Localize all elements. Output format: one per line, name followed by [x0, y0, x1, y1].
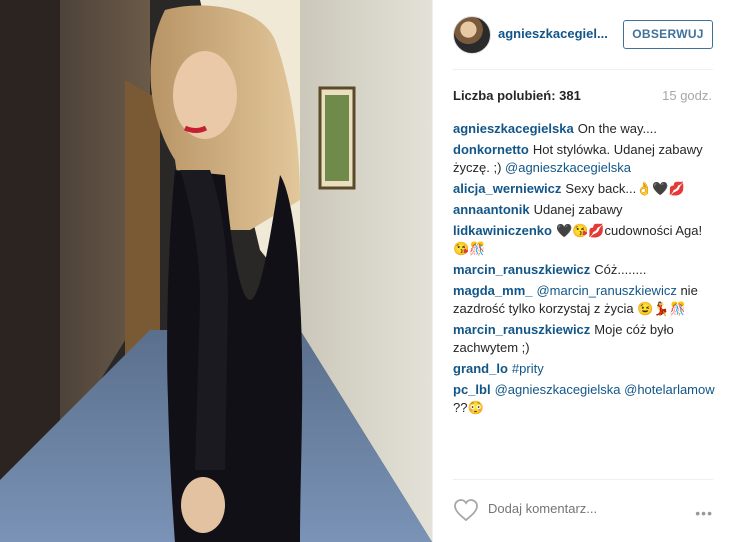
comment-author[interactable]: annaantonik: [453, 202, 530, 217]
post-username[interactable]: agnieszkacegiel...: [498, 26, 613, 41]
comment-author[interactable]: alicja_werniewicz: [453, 181, 561, 196]
comment: pc_lbl @agnieszkacegielska @hotelarlamow …: [453, 381, 718, 417]
divider: [453, 69, 713, 70]
comment-text: On the way....: [577, 121, 657, 136]
comment: agnieszkacegielska On the way....: [453, 120, 718, 138]
comments-list: agnieszkacegielska On the way.... donkorn…: [453, 120, 718, 420]
comment: annaantonik Udanej zabawy: [453, 201, 718, 219]
comment-author[interactable]: marcin_ranuszkiewicz: [453, 322, 590, 337]
comment: marcin_ranuszkiewicz Cóż........: [453, 261, 718, 279]
instagram-post-viewer: agnieszkacegiel... OBSERWUJ Liczba polub…: [0, 0, 732, 542]
follow-button[interactable]: OBSERWUJ: [623, 20, 713, 49]
comment-author[interactable]: pc_lbl: [453, 382, 491, 397]
comment: magda_mm_ @marcin_ranuszkiewicz nie zazdr…: [453, 282, 718, 318]
post-photo[interactable]: [0, 0, 432, 542]
comment-text: Cóż........: [594, 262, 647, 277]
comment: alicja_werniewicz Sexy back...👌🖤💋: [453, 180, 718, 198]
add-comment-input[interactable]: [488, 501, 648, 516]
likes-count[interactable]: Liczba polubień: 381: [453, 88, 581, 103]
heart-icon[interactable]: [453, 498, 479, 522]
comment-author[interactable]: agnieszkacegielska: [453, 121, 574, 136]
comment: marcin_ranuszkiewicz Moje cóż było zachwy…: [453, 321, 718, 357]
more-options-icon[interactable]: •••: [695, 505, 713, 521]
post-timestamp[interactable]: 15 godz.: [662, 88, 712, 103]
comment-author[interactable]: lidkawiniczenko: [453, 223, 552, 238]
comment-mention[interactable]: @agnieszkacegielska: [505, 160, 631, 175]
post-sidebar: agnieszkacegiel... OBSERWUJ Liczba polub…: [432, 0, 732, 542]
avatar[interactable]: [453, 16, 491, 54]
comment: donkornetto Hot stylówka. Udanej zabawy ż…: [453, 141, 718, 177]
comment: grand_lo #prity: [453, 360, 718, 378]
comment-author[interactable]: marcin_ranuszkiewicz: [453, 262, 590, 277]
post-header: agnieszkacegiel... OBSERWUJ: [433, 0, 732, 70]
comment-text: Sexy back...👌🖤💋: [565, 181, 685, 196]
divider: [453, 479, 713, 480]
comment: lidkawiniczenko 🖤😘💋cudowności Aga!😘🎊: [453, 222, 718, 258]
comment-mention[interactable]: @marcin_ranuszkiewicz: [536, 283, 676, 298]
post-photo-image: [0, 0, 432, 542]
comment-mention[interactable]: @agnieszkacegielska @hotelarlamow: [495, 382, 715, 397]
comment-author[interactable]: magda_mm_: [453, 283, 532, 298]
comment-hashtag[interactable]: #prity: [512, 361, 544, 376]
comment-author[interactable]: grand_lo: [453, 361, 508, 376]
comment-text: Udanej zabawy: [533, 202, 623, 217]
comment-author[interactable]: donkornetto: [453, 142, 529, 157]
comment-text: ??😳: [453, 400, 484, 415]
